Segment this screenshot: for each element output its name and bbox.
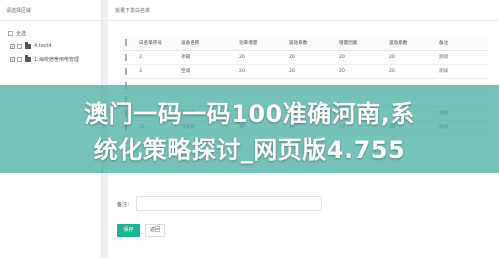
table-cell: 20 xyxy=(339,50,389,65)
tree-node[interactable]: + 4:test4 xyxy=(8,41,101,51)
header-checkbox-cell[interactable] xyxy=(123,36,139,51)
table-row[interactable]: 3 空调 20 20 20 20 测试 xyxy=(123,64,488,79)
back-button[interactable]: 返回 xyxy=(145,224,165,237)
note-input[interactable] xyxy=(136,196,322,211)
select-all-rows-checkbox[interactable] xyxy=(125,39,127,47)
select-all-label: 全选 xyxy=(16,30,27,37)
column-header: 白名单序号 xyxy=(139,36,181,51)
folder-icon xyxy=(25,42,31,49)
table-cell: 冰箱 xyxy=(181,50,239,65)
tree-node-label: 1:海校宿舍用电管理 xyxy=(34,56,79,63)
expand-icon[interactable]: + xyxy=(10,43,15,49)
table-cell: 20 xyxy=(239,50,289,65)
table-cell: 20 xyxy=(389,64,439,79)
table-cell: 3 xyxy=(139,64,181,79)
row-checkbox[interactable] xyxy=(125,53,127,61)
column-header: 功率增量 xyxy=(239,36,289,51)
column-header: 增量因素 xyxy=(339,36,389,51)
column-header: 波动系数 xyxy=(389,36,439,51)
select-all-row[interactable]: 全选 xyxy=(8,28,101,38)
row-checkbox-cell[interactable] xyxy=(123,64,139,79)
tree-node-checkbox[interactable] xyxy=(17,43,22,49)
table-cell: 20 xyxy=(289,50,339,65)
column-header: 设备名称 xyxy=(181,36,239,51)
column-header: 备注 xyxy=(439,36,488,51)
overlay-banner: 澳门一码一码100准确河南,系 统化策略探讨_网页版4.755 xyxy=(0,85,499,173)
table-cell: 20 xyxy=(389,50,439,65)
table-cell: 20 xyxy=(339,64,389,79)
table-cell: 测试 xyxy=(439,64,488,79)
tree-node[interactable]: + 1:海校宿舍用电管理 xyxy=(8,54,101,64)
row-checkbox-cell[interactable] xyxy=(123,50,139,65)
region-tree: 全选 + 4:test4 + 1:海校宿舍用电管理 xyxy=(0,21,101,64)
row-checkbox[interactable] xyxy=(125,67,127,75)
folder-icon xyxy=(25,55,31,62)
tree-node-checkbox[interactable] xyxy=(17,56,22,62)
select-all-checkbox[interactable] xyxy=(8,30,13,36)
table-header-row: 白名单序号 设备名称 功率增量 波动系数 增量因素 波动系数 备注 xyxy=(123,36,488,51)
table-cell: 测试 xyxy=(439,50,488,65)
expand-icon[interactable]: + xyxy=(10,56,15,62)
column-header: 波动系数 xyxy=(289,36,339,51)
banner-headline-line2: 统化策略探讨_网页版4.755 xyxy=(93,136,406,164)
whitelist-panel-title: 批量下发白名单 xyxy=(108,0,499,21)
table-cell: 空调 xyxy=(181,64,239,79)
table-cell: 20 xyxy=(289,64,339,79)
save-button[interactable]: 保存 xyxy=(117,224,140,237)
table-row[interactable]: 2 冰箱 20 20 20 20 测试 xyxy=(123,50,488,65)
note-label: 备注： xyxy=(117,202,133,208)
region-panel-title: 请选择区域 xyxy=(0,0,101,21)
table-cell: 20 xyxy=(239,64,289,79)
tree-node-label: 4:test4 xyxy=(34,43,52,49)
table-cell: 2 xyxy=(139,50,181,65)
banner-headline-line1: 澳门一码一码100准确河南,系 xyxy=(84,100,415,128)
